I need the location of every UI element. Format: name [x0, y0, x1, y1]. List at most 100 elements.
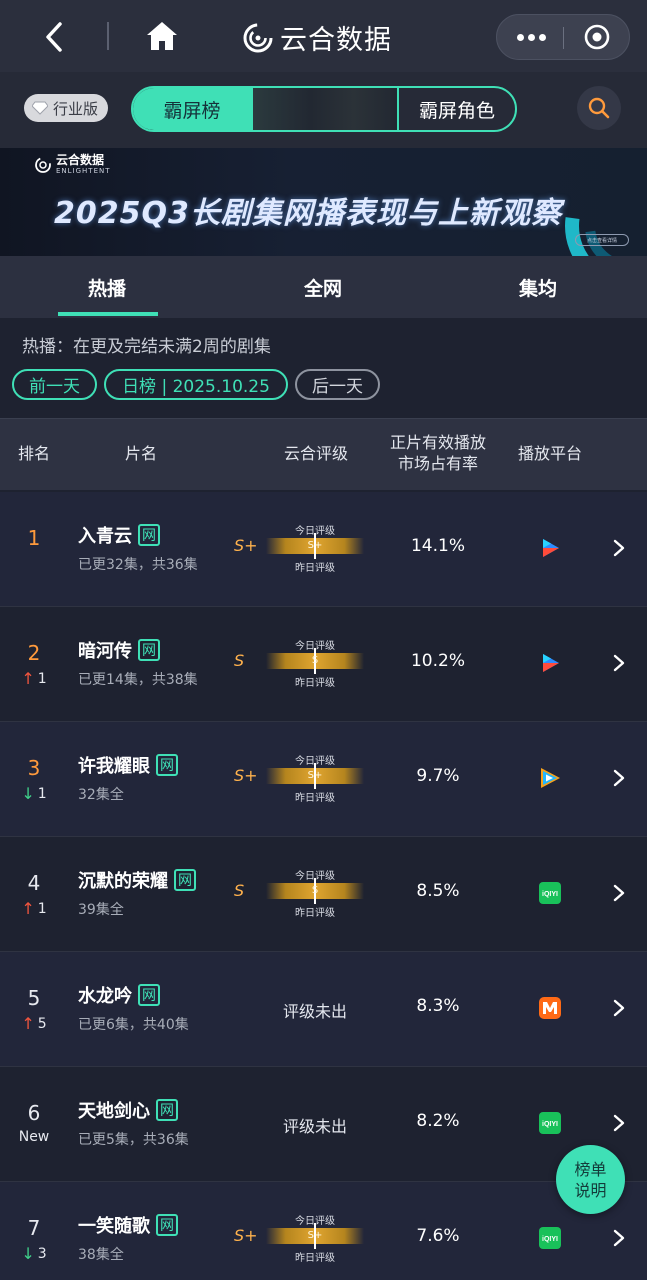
chevron-left-icon[interactable] — [40, 20, 70, 54]
banner-logo-en: ENLIGHTENT — [56, 167, 111, 175]
table-row[interactable]: 2 ↑ 1 暗河传网已更14集，共38集 S 今日评级 S 昨日评级 10.2% — [0, 607, 647, 722]
chevron-right-icon[interactable] — [612, 998, 626, 1018]
close-target-icon[interactable] — [583, 23, 611, 51]
date-selector[interactable]: 日榜 | 2025.10.25 — [104, 369, 288, 400]
episode-status: 已更14集，共38集 — [78, 672, 198, 688]
youku-icon — [543, 539, 559, 557]
tab-episode-average[interactable]: 集均 — [519, 274, 557, 301]
row-title-wrap: 暗河传网 — [78, 637, 160, 663]
tab-hot[interactable]: 热播 — [88, 274, 126, 301]
search-icon — [588, 97, 610, 119]
grade-bar: 今日评级 S+ 昨日评级 — [266, 1212, 364, 1266]
header-rank: 排名 — [17, 444, 50, 463]
network-badge: 网 — [174, 869, 196, 891]
iqiyi-icon: iQIYI — [539, 1112, 561, 1134]
market-share: 8.2% — [416, 1111, 460, 1131]
tab-all-network[interactable]: 全网 — [304, 274, 342, 301]
table-row[interactable]: 7 ↓ 3 一笑随歌网 38集全 S+ 今日评级 S+ 昨日评级 7.6% iQIYI — [0, 1182, 647, 1280]
episode-status: 39集全 — [78, 902, 124, 918]
iqiyi-icon: iQIYI — [539, 1227, 561, 1249]
grade-value: S — [234, 881, 245, 900]
table-row[interactable]: 4 ↑ 1 沉默的荣耀网 39集全 S 今日评级 S 昨日评级 8.5% iQIYI — [0, 837, 647, 952]
float-button-line1: 榜单 — [574, 1159, 607, 1179]
chevron-right-icon[interactable] — [612, 538, 626, 558]
grade-value: S — [234, 651, 245, 670]
chevron-right-icon[interactable] — [612, 653, 626, 673]
brand-logo-icon — [243, 23, 273, 52]
grade-bar-text: S+ — [307, 540, 323, 551]
show-title[interactable]: 暗河传 — [78, 637, 132, 663]
more-icon[interactable] — [509, 23, 553, 51]
show-title[interactable]: 一笑随歌 — [78, 1212, 150, 1238]
grade-bar: 今日评级 S 昨日评级 — [266, 637, 364, 691]
episode-status: 32集全 — [78, 787, 124, 803]
grade-yesterday-label: 昨日评级 — [295, 678, 335, 689]
nav-divider — [107, 22, 109, 50]
chevron-right-icon[interactable] — [612, 768, 626, 788]
iqiyi-icon: iQIYI — [539, 882, 561, 904]
market-share: 14.1% — [410, 536, 465, 556]
segment-middle[interactable] — [251, 88, 399, 130]
network-badge: 网 — [138, 984, 160, 1006]
rank-change: ↓ 1 — [0, 784, 68, 803]
grade-value: S+ — [234, 536, 258, 555]
capsule-divider — [563, 27, 564, 49]
show-title[interactable]: 许我耀眼 — [78, 752, 150, 778]
market-share: 8.5% — [416, 881, 460, 901]
header-share-line1: 正片有效播放 — [389, 433, 486, 452]
grade-bar-text: S — [311, 885, 319, 896]
show-title[interactable]: 沉默的荣耀 — [78, 867, 168, 893]
show-title[interactable]: 入青云 — [78, 522, 132, 548]
show-title[interactable]: 水龙吟 — [78, 982, 132, 1008]
home-icon[interactable] — [145, 20, 179, 52]
grade-bar-text: S+ — [307, 770, 323, 781]
brand: 云合数据 — [242, 18, 392, 57]
active-tab-indicator — [58, 312, 158, 316]
banner-logo: 云合数据 ENLIGHTENT — [34, 154, 111, 175]
grade-yesterday-label: 昨日评级 — [295, 793, 335, 804]
chevron-right-icon[interactable] — [612, 1113, 626, 1133]
ranking-explanation-button[interactable]: 榜单 说明 — [556, 1145, 625, 1214]
banner-detail-button[interactable]: 点击查看详情 — [575, 234, 629, 246]
market-share: 9.7% — [416, 766, 460, 786]
table-row[interactable]: 1 入青云网已更32集，共36集 S+ 今日评级 S+ 昨日评级 14.1% — [0, 492, 647, 607]
segment-screen-ranking[interactable]: 霸屏榜 — [133, 88, 251, 130]
table-row[interactable]: 6 New 天地剑心网已更5集，共36集 评级未出 8.2% iQIYI — [0, 1067, 647, 1182]
row-rank: 3 — [27, 756, 41, 780]
grade-yesterday-label: 昨日评级 — [295, 908, 335, 919]
search-button[interactable] — [577, 86, 621, 130]
chevron-right-icon[interactable] — [612, 883, 626, 903]
svg-text:iQIYI: iQIYI — [542, 1121, 558, 1128]
row-title-wrap: 入青云网 — [78, 522, 160, 548]
rank-change: ↑ 5 — [0, 1014, 68, 1033]
grade-unrated: 评级未出 — [282, 1117, 347, 1136]
prev-day-button[interactable]: 前一天 — [12, 369, 97, 400]
rank-change-value: 5 — [37, 1015, 47, 1032]
tool-row: 行业版 霸屏榜 霸屏角色 — [0, 72, 647, 148]
ranking-type-switch: 霸屏榜 霸屏角色 — [131, 86, 517, 132]
chevron-right-icon[interactable] — [612, 1228, 626, 1248]
arrow-up-icon: ↑ — [21, 1014, 35, 1033]
grade-yesterday-label: 昨日评级 — [295, 563, 335, 574]
row-rank: 1 — [27, 526, 41, 550]
banner-title: 2025Q3长剧集网播表现与上新观察 — [54, 196, 562, 231]
grade-yesterday-label: 昨日评级 — [295, 1253, 335, 1264]
row-rank: 4 — [27, 871, 41, 895]
row-rank: 7 — [27, 1216, 41, 1240]
segment-screen-roles[interactable]: 霸屏角色 — [399, 88, 515, 130]
edition-badge[interactable]: 行业版 — [24, 94, 109, 122]
banner-logo-cn: 云合数据 — [56, 153, 105, 167]
float-button-line2: 说明 — [574, 1180, 607, 1200]
arrow-down-icon: ↓ — [21, 784, 35, 803]
show-title[interactable]: 天地剑心 — [78, 1097, 150, 1123]
market-share: 10.2% — [410, 651, 465, 671]
grade-bar-text: S — [311, 655, 319, 666]
table-row[interactable]: 3 ↓ 1 许我耀眼网 32集全 S+ 今日评级 S+ 昨日评级 9.7% — [0, 722, 647, 837]
promo-banner[interactable]: 云合数据 ENLIGHTENT 2025Q3长剧集网播表现与上新观察 点击查看详… — [0, 148, 647, 256]
next-day-button[interactable]: 后一天 — [295, 369, 380, 400]
arrow-down-icon: ↓ — [21, 1244, 35, 1263]
table-row[interactable]: 5 ↑ 5 水龙吟网已更6集，共40集 评级未出 8.3% — [0, 952, 647, 1067]
rank-change: ↑ 1 — [0, 669, 68, 688]
arrow-up-icon: ↑ — [21, 669, 35, 688]
header-title: 片名 — [124, 444, 157, 463]
